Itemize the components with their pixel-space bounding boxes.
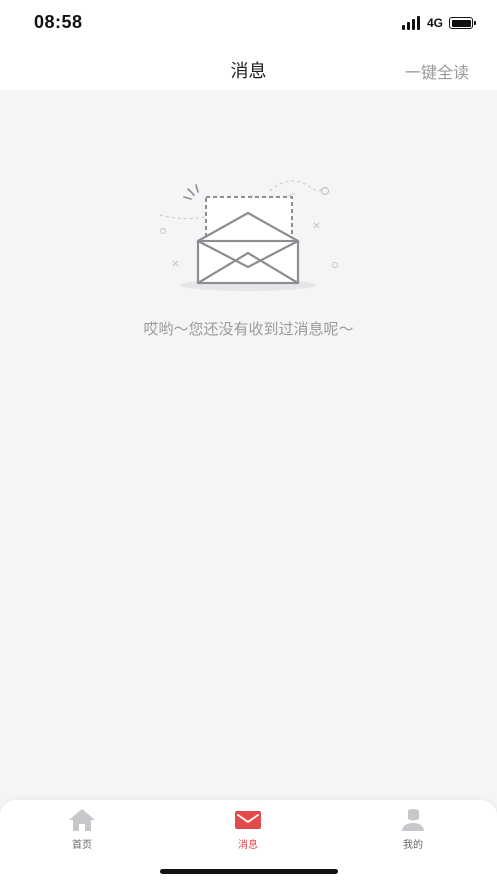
user-icon: [402, 809, 424, 831]
mark-all-read-button[interactable]: 一键全读: [405, 59, 469, 83]
signal-icon: [401, 16, 422, 30]
tab-profile[interactable]: 我的: [373, 808, 453, 851]
battery-icon: [449, 17, 476, 29]
home-indicator: [160, 869, 338, 874]
tab-home-label: 首页: [72, 840, 92, 851]
status-indicators: 4G: [401, 15, 476, 31]
home-icon: [69, 809, 95, 831]
open-envelope-icon: [159, 180, 338, 291]
status-bar: 08:58 4G: [0, 0, 497, 46]
tab-messages-label: 消息: [238, 840, 258, 851]
mail-icon: [235, 811, 261, 829]
status-time: 08:58: [34, 12, 83, 32]
empty-message: 哎哟～您还没有收到过消息呢～: [143, 320, 354, 338]
network-type: 4G: [426, 16, 443, 30]
tab-home[interactable]: 首页: [42, 808, 122, 851]
nav-bar: 消息 一键全读: [0, 46, 497, 90]
tab-messages[interactable]: 消息: [208, 808, 288, 851]
tab-profile-label: 我的: [403, 840, 423, 851]
